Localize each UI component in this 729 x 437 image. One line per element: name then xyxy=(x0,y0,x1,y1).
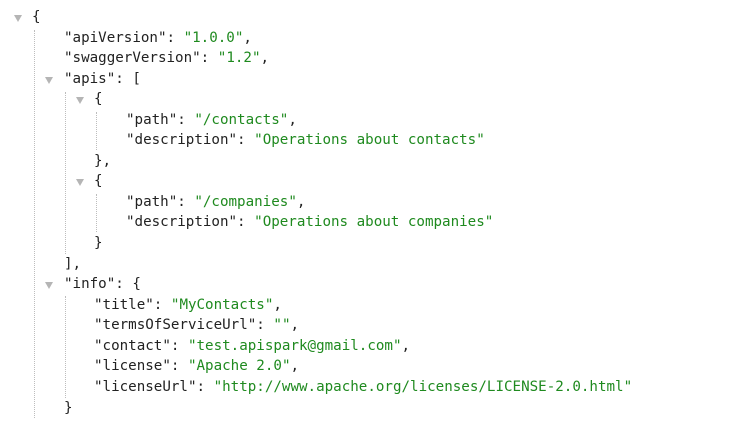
json-string-value: Apache 2.0 xyxy=(196,358,282,374)
json-line-apis-open: "apis": [ xyxy=(64,71,141,87)
json-line-info-open: "info": { xyxy=(64,276,141,292)
json-string-value: MyContacts xyxy=(179,297,265,313)
json-key: licenseUrl xyxy=(102,379,188,395)
json-line-swaggerVersion: "swaggerVersion": "1.2", xyxy=(64,50,270,66)
json-key: apis xyxy=(72,71,107,87)
indent-guide-apis-item-0 xyxy=(96,112,97,150)
json-line-apis-item-0-path: "path": "/contacts", xyxy=(126,112,297,128)
indent-guide-apis-item-1 xyxy=(96,194,97,232)
json-line-apis-item-1-open: { xyxy=(94,173,103,189)
json-line-info-licenseUrl: "licenseUrl": "http://www.apache.org/lic… xyxy=(94,379,633,395)
json-line-apis-item-0-close: }, xyxy=(94,153,112,169)
json-key: license xyxy=(102,358,163,374)
json-line-apis-close: ], xyxy=(64,254,81,274)
json-string-value: 1.2 xyxy=(226,50,252,66)
json-string-value: Operations about contacts xyxy=(262,132,477,148)
json-line-root-open: { xyxy=(32,7,41,27)
json-line-info-contact: "contact": "test.apispark@gmail.com", xyxy=(94,338,411,354)
json-line-info-license: "license": "Apache 2.0", xyxy=(94,358,300,374)
info-open-brace: { xyxy=(132,276,141,292)
collapse-apis-item-1-toggle-icon[interactable] xyxy=(76,179,84,186)
json-line-apis-item-1-description: "description": "Operations about compani… xyxy=(126,214,494,230)
json-key: description xyxy=(134,214,229,230)
json-viewer: { "apiVersion": "1.0.0", "swaggerVersion… xyxy=(0,0,729,437)
collapse-apis-item-0-toggle-icon[interactable] xyxy=(76,97,84,104)
json-string-value: test.apispark@gmail.com xyxy=(196,338,393,354)
json-link-value[interactable]: http://www.apache.org/licenses/LICENSE-2… xyxy=(222,379,623,395)
json-key: contact xyxy=(102,338,163,354)
info-close-brace: } xyxy=(64,400,73,416)
indent-guide-info xyxy=(65,296,66,398)
json-key: apiVersion xyxy=(72,30,158,46)
json-line-apis-item-0-description: "description": "Operations about contact… xyxy=(126,132,485,148)
json-line-apiVersion: "apiVersion": "1.0.0", xyxy=(64,30,252,46)
collapse-root-toggle-icon[interactable] xyxy=(14,15,22,22)
json-key: info xyxy=(72,276,107,292)
collapse-apis-toggle-icon[interactable] xyxy=(45,77,53,84)
apis-close-bracket: ], xyxy=(64,256,82,272)
json-key: path xyxy=(134,194,169,210)
root-open-brace: { xyxy=(32,9,41,25)
json-key: swaggerVersion xyxy=(72,50,193,66)
indent-guide-apis xyxy=(65,92,66,254)
json-string-value: /companies xyxy=(202,194,289,210)
json-string-value: Operations about companies xyxy=(262,214,485,230)
indent-guide-root xyxy=(34,30,35,418)
json-line-apis-item-1-close: } xyxy=(94,235,103,251)
json-string-value: 1.0.0 xyxy=(192,30,235,46)
json-key: title xyxy=(102,297,146,313)
json-line-info-termsOfServiceUrl: "termsOfServiceUrl": "", xyxy=(94,317,300,333)
json-key: description xyxy=(134,132,229,148)
json-line-apis-item-1-path: "path": "/companies", xyxy=(126,194,306,210)
json-key: path xyxy=(134,112,169,128)
json-line-apis-item-0-open: { xyxy=(94,91,103,107)
apis-open-bracket: [ xyxy=(132,71,141,87)
json-key: termsOfServiceUrl xyxy=(102,317,248,333)
json-line-info-close: } xyxy=(64,398,73,418)
json-string-value: /contacts xyxy=(202,112,280,128)
collapse-info-toggle-icon[interactable] xyxy=(45,282,53,289)
json-line-info-title: "title": "MyContacts", xyxy=(94,297,282,313)
